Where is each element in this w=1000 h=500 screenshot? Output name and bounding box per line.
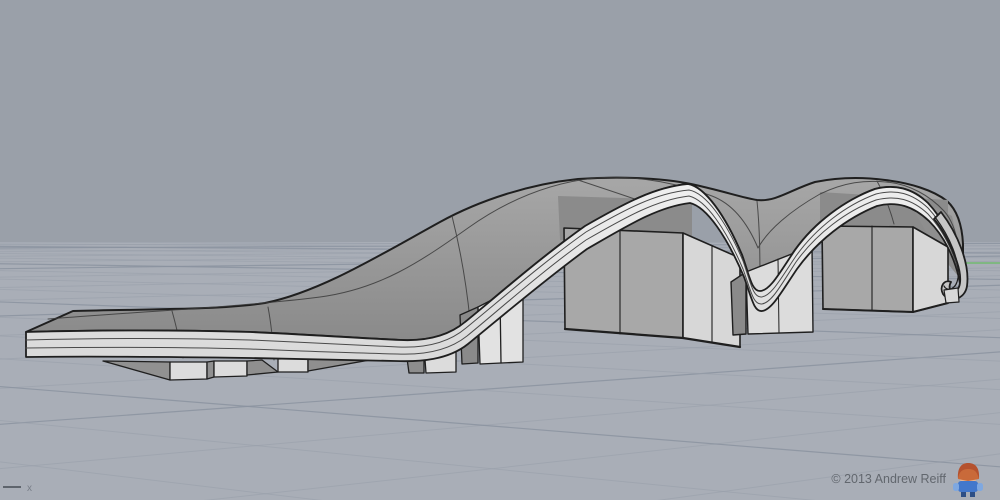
pier-box-2 — [821, 225, 949, 313]
modeling-viewport[interactable]: x © 2013 Andrew Reiff — [0, 0, 1000, 500]
viewport-canvas[interactable]: x © 2013 Andrew Reiff — [0, 0, 1000, 500]
copyright-watermark: © 2013 Andrew Reiff — [831, 472, 946, 486]
x-axis-label: x — [27, 483, 32, 494]
